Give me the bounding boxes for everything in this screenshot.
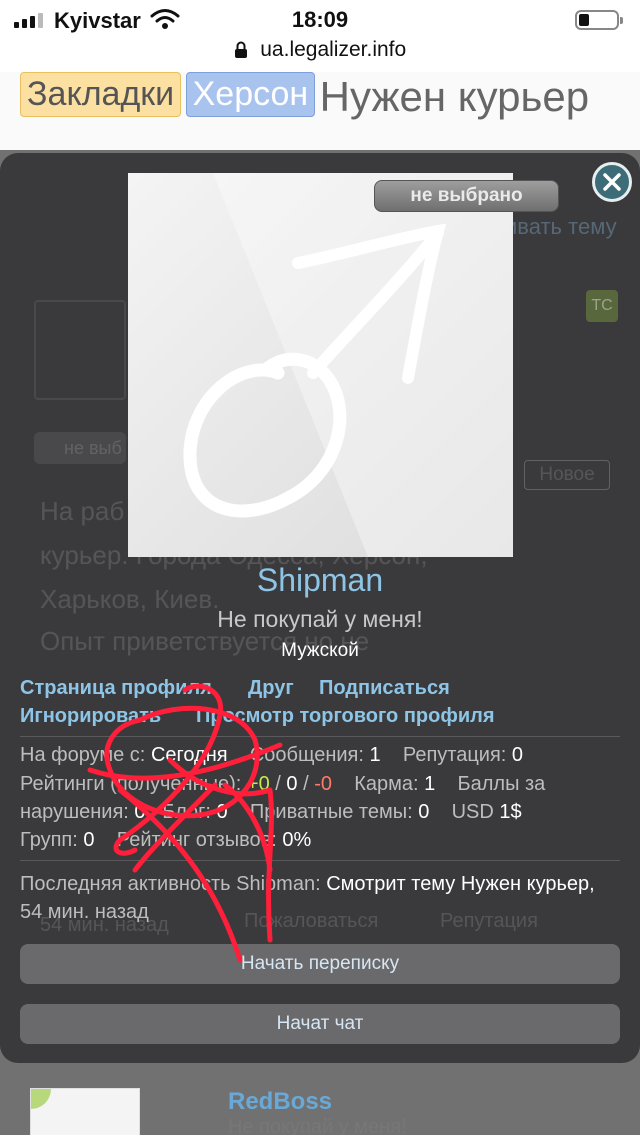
karma-value: 1 [424, 773, 436, 795]
user-status: Не покупай у меня! [217, 606, 423, 632]
violation-value: 0 [134, 801, 146, 823]
topic-title-row: Закладки Херсон Нужен курьер [20, 72, 620, 122]
stats-row-3: нарушения: 0 Блог: 0 Приватные темы: 0 U… [20, 798, 522, 826]
messages-value: 1 [369, 744, 381, 766]
author-avatar-ghost [34, 300, 126, 400]
ratings-label: Рейтинги (полученные): [20, 773, 242, 795]
last-activity-time: 54 мин. назад [20, 901, 149, 923]
address-bar[interactable]: ua.legalizer.info [0, 38, 640, 72]
stats-row-4: Групп: 0 Рейтинг отзывов: 0% [20, 826, 311, 854]
stats-row-2: Рейтинги (полученные): +0 / 0 / -0 Карма… [20, 773, 546, 795]
tag-kherson[interactable]: Херсон [185, 72, 316, 117]
profile-page-link[interactable]: Страница профиля [20, 677, 212, 700]
messages-label: Сообщения: [249, 744, 364, 766]
karma-label: Карма: [354, 773, 419, 795]
last-activity-prefix: Последняя активность Shipman: [20, 873, 321, 895]
private-topics-value: 0 [418, 801, 430, 823]
feedback-rating-value: 0% [282, 829, 312, 851]
page-url: ua.legalizer.info [260, 38, 407, 61]
next-user-status: Не покупай у меня! [228, 1116, 407, 1135]
clock: 18:09 [291, 7, 349, 32]
start-conversation-button[interactable]: Начать переписку [20, 944, 620, 984]
feedback-rating-label: Рейтинг отзывов: [116, 829, 277, 851]
lock-icon [234, 41, 247, 58]
next-user-name[interactable]: RedBoss [228, 1088, 332, 1116]
friend-link[interactable]: Друг [248, 677, 294, 700]
new-ghost: Новое [524, 460, 610, 490]
reputation-label: Репутация: [402, 744, 507, 766]
topic-title: Нужен курьер [319, 73, 590, 120]
user-gender: Мужской [281, 640, 359, 661]
groups-value: 0 [83, 829, 95, 851]
male-symbol-icon [183, 173, 513, 557]
forum-since-label: На форуме с: [20, 744, 146, 766]
next-user-avatar [30, 1088, 140, 1135]
ratings-positive: +0 [246, 773, 270, 795]
not-selected-ghost: не выб [34, 432, 126, 464]
ratings-neutral: 0 [286, 773, 298, 795]
subscribe-link[interactable]: Подписаться [319, 677, 450, 700]
divider [20, 736, 620, 737]
close-button[interactable] [592, 162, 632, 202]
battery-icon [575, 10, 623, 30]
author-badge-ghost: ТС [586, 290, 618, 322]
blogs-value: 0 [216, 801, 228, 823]
watch-topic-ghost: ивать тему [505, 214, 617, 239]
username[interactable]: Shipman [0, 562, 640, 599]
post-line-ghost-1: На раб [40, 496, 125, 526]
blogs-label: Блог: [162, 801, 211, 823]
private-topics-label: Приватные темы: [249, 801, 413, 823]
ignore-link[interactable]: Игнорировать [20, 705, 161, 728]
violation-label-2: нарушения: [20, 801, 129, 823]
forum-since-value: Сегодня [150, 744, 228, 766]
usd-value: 1$ [499, 801, 522, 823]
usd-label: USD [451, 801, 494, 823]
not-selected-button[interactable]: не выбрано [374, 180, 559, 212]
ios-status-bar: Kyivstar 18:09 [0, 0, 640, 40]
close-icon [603, 173, 621, 191]
last-activity-action: Смотрит тему Нужен курьер, [326, 873, 595, 895]
ratings-negative: -0 [314, 773, 332, 795]
trade-profile-link[interactable]: Просмотр торгового профиля [196, 705, 495, 728]
violation-label-1: Баллы за [457, 773, 546, 795]
groups-label: Групп: [20, 829, 78, 851]
divider [20, 860, 620, 861]
reputation-value: 0 [511, 744, 524, 766]
last-activity: Последняя активность Shipman: Смотрит те… [20, 870, 600, 926]
user-avatar [128, 173, 513, 557]
tag-bookmarks[interactable]: Закладки [20, 72, 182, 117]
stats-row-1: На форуме с: Сегодня Сообщения: 1 Репута… [20, 741, 523, 769]
start-chat-button[interactable]: Начат чат [20, 1004, 620, 1044]
